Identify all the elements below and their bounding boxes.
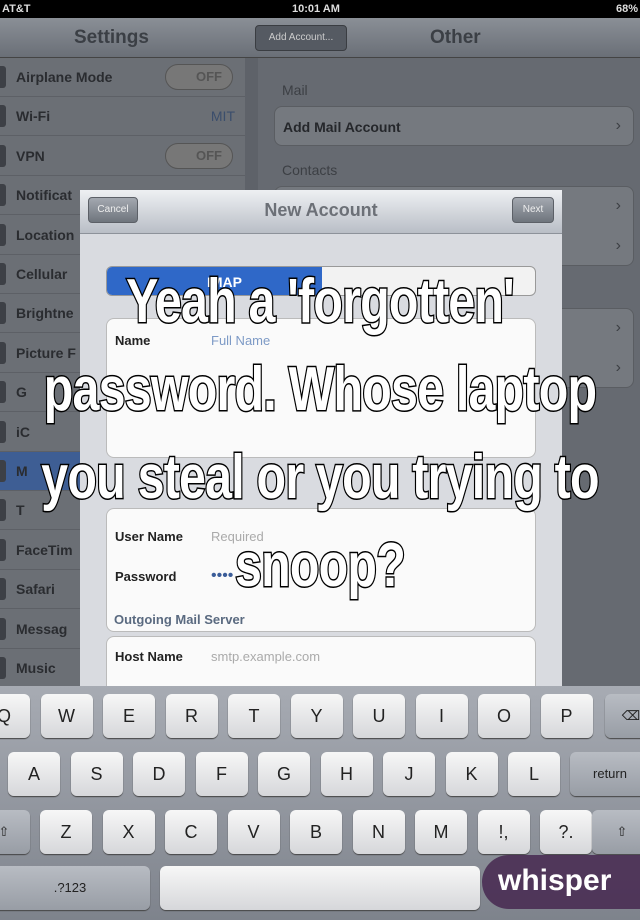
key[interactable]: L <box>508 752 560 796</box>
setting-icon <box>0 263 6 285</box>
toggle-switch[interactable]: OFF <box>165 142 233 169</box>
key[interactable]: Y <box>290 694 343 738</box>
other-title: Other <box>430 27 481 48</box>
setting-icon <box>0 341 6 364</box>
setting-icon <box>0 381 6 404</box>
caption-line: Yeah a 'forgotten' <box>125 266 516 338</box>
modal-header: New Account Cancel Next <box>80 190 562 234</box>
sidebar-item-label: Notificat <box>16 187 72 204</box>
key[interactable]: U <box>353 694 405 738</box>
key[interactable]: D <box>133 752 185 796</box>
add-mail-account-row[interactable]: Add Mail Account › <box>274 106 634 146</box>
space-key[interactable] <box>160 866 480 910</box>
key[interactable]: O <box>478 694 530 738</box>
back-button[interactable]: Add Account... <box>255 25 347 51</box>
cancel-button[interactable]: Cancel <box>88 197 138 223</box>
key[interactable]: A <box>8 752 60 796</box>
setting-icon <box>0 302 6 325</box>
host-label: Host Name <box>115 649 183 664</box>
key[interactable]: I <box>415 694 468 738</box>
numbers-key[interactable]: .?123 <box>0 866 150 910</box>
setting-icon <box>0 105 6 128</box>
key[interactable]: W <box>40 694 93 738</box>
add-mail-label: Add Mail Account <box>283 119 401 135</box>
key[interactable]: ?. <box>540 810 592 854</box>
carrier: AT&T <box>2 3 31 15</box>
battery: 68% <box>615 3 638 15</box>
key[interactable]: R <box>165 694 218 738</box>
key[interactable]: H <box>320 752 373 796</box>
sidebar-item-label: Wi-Fi <box>16 108 51 125</box>
setting-icon <box>0 460 6 482</box>
setting-icon <box>0 420 6 443</box>
key[interactable]: E <box>103 694 155 738</box>
setting-icon <box>0 657 6 679</box>
return-key[interactable]: return <box>570 752 640 796</box>
outgoing-section: Outgoing Mail Server <box>114 612 245 627</box>
sidebar-item[interactable]: VPN OFF <box>0 137 245 176</box>
settings-title: Settings <box>74 27 149 48</box>
sidebar-item-value: MIT <box>210 108 235 125</box>
sidebar-item[interactable]: Wi-Fi MIT <box>0 97 245 137</box>
key[interactable]: Q <box>0 694 30 738</box>
toggle-switch[interactable]: OFF <box>165 64 233 90</box>
key[interactable]: S <box>70 752 123 796</box>
sidebar-item-label: Messag <box>16 620 68 637</box>
chevron-right-icon: › <box>615 237 621 254</box>
contacts-section: Contacts <box>282 162 338 178</box>
setting-icon <box>0 617 6 640</box>
modal-title: New Account <box>264 200 378 220</box>
key[interactable]: N <box>352 810 405 854</box>
key[interactable]: !, <box>477 810 530 854</box>
key[interactable]: X <box>102 810 155 854</box>
setting-icon <box>0 538 6 561</box>
whisper-logo: whisper <box>482 855 640 909</box>
key[interactable]: T <box>228 694 280 738</box>
mail-section: Mail <box>282 82 308 98</box>
time: 10:01 AM <box>292 3 340 15</box>
caption-line: snoop? <box>234 530 407 602</box>
key[interactable]: P <box>540 694 593 738</box>
backspace-key[interactable]: ⌫ <box>605 694 640 738</box>
setting-icon <box>0 499 6 522</box>
caption-line: password. Whose laptop <box>43 354 599 426</box>
next-button[interactable]: Next <box>512 197 554 223</box>
shift-key[interactable]: ⇧ <box>592 810 640 854</box>
setting-icon <box>0 184 6 207</box>
caption-line: you steal or you trying to <box>40 442 601 514</box>
key[interactable]: M <box>415 810 467 854</box>
sidebar-item[interactable]: Airplane Mode OFF <box>0 58 245 97</box>
key[interactable]: Z <box>40 810 92 854</box>
key[interactable]: B <box>290 810 342 854</box>
chevron-right-icon: › <box>615 197 621 214</box>
sidebar-item-label: VPN <box>16 147 45 164</box>
setting-icon <box>0 578 6 601</box>
sidebar-item-label: Location <box>16 226 75 243</box>
status-bar: AT&T 10:01 AM 68% <box>0 0 640 18</box>
key[interactable]: G <box>258 752 310 796</box>
setting-icon <box>0 223 6 246</box>
host-field[interactable]: smtp.example.com <box>211 649 320 664</box>
shift-key[interactable]: ⇧ <box>0 810 30 854</box>
setting-icon <box>0 66 6 88</box>
key[interactable]: J <box>383 752 435 796</box>
key[interactable]: V <box>227 810 280 854</box>
key[interactable]: C <box>165 810 217 854</box>
key[interactable]: F <box>195 752 248 796</box>
sidebar-item-label: Music <box>16 660 56 676</box>
key[interactable]: K <box>445 752 498 796</box>
whisper-caption: Yeah a 'forgotten' password. Whose lapto… <box>16 258 624 610</box>
sidebar-item-label: Airplane Mode <box>16 69 113 85</box>
chevron-right-icon: › <box>615 117 621 134</box>
setting-icon <box>0 144 6 167</box>
